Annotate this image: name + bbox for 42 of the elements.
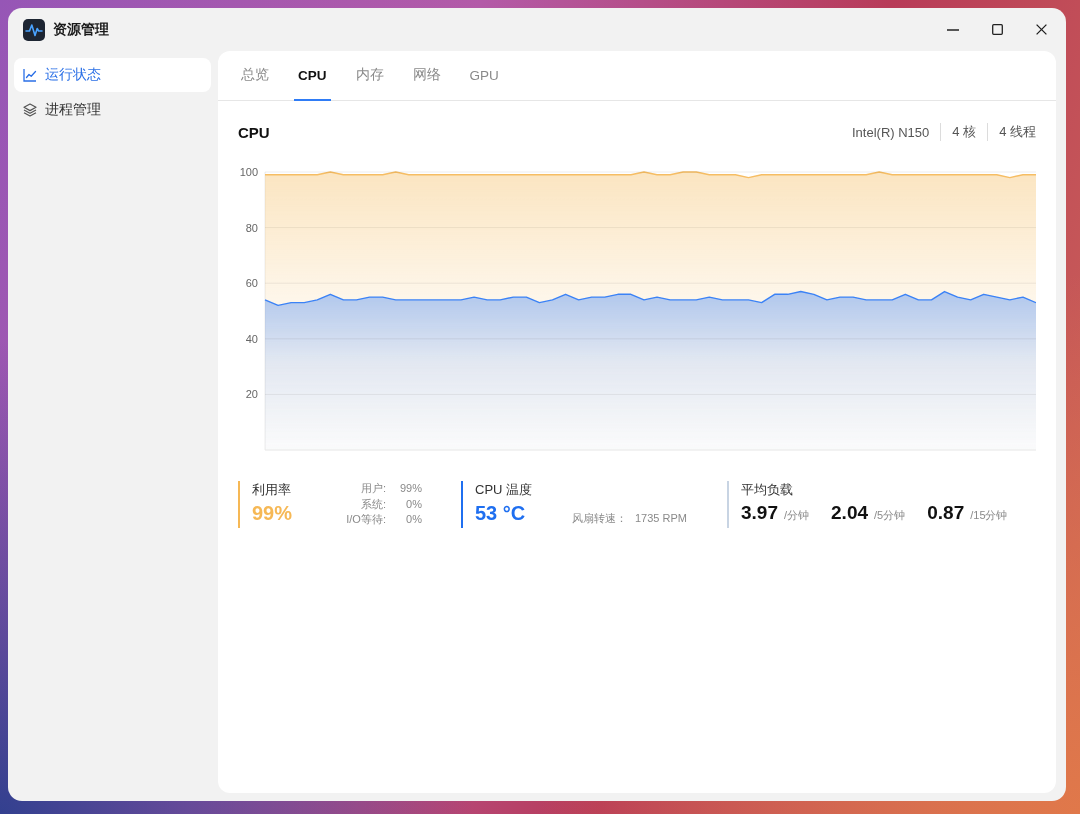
load-value: 3.97: [741, 502, 778, 524]
close-icon: [1035, 24, 1047, 35]
minimize-icon: [947, 28, 959, 31]
fan-speed-value: 1735 RPM: [635, 510, 687, 526]
stat-label: CPU 温度: [475, 481, 534, 499]
cpu-spec: Intel(R) N150: [852, 124, 930, 140]
y-axis-label: 100: [239, 166, 258, 178]
breakdown-label: 系统:: [359, 496, 386, 512]
load-unit: /分钟: [784, 508, 810, 523]
cpu-spec: 4 线程: [987, 123, 1036, 141]
line-chart-icon: [23, 68, 37, 82]
load-value: 0.87: [927, 502, 965, 524]
tab[interactable]: 内存: [351, 51, 388, 101]
window-title: 资源管理: [53, 20, 109, 39]
stat-value: 99%: [252, 501, 293, 526]
tab[interactable]: 网络: [408, 51, 445, 101]
tab[interactable]: GPU: [465, 51, 503, 101]
layers-icon: [23, 103, 37, 117]
y-axis-label: 20: [245, 388, 258, 401]
stat-value: 53 °C: [475, 501, 527, 526]
maximize-icon: [991, 24, 1003, 35]
section-title: CPU: [238, 123, 270, 141]
sidebar-item[interactable]: 进程管理: [14, 93, 211, 127]
stat-label: 平均负载: [741, 481, 794, 499]
cpu-spec: 4 核: [940, 123, 977, 141]
y-axis-label: 60: [245, 277, 258, 290]
tab[interactable]: CPU: [294, 51, 331, 101]
sidebar-item[interactable]: 运行状态: [14, 58, 211, 92]
tab[interactable]: 总览: [237, 51, 273, 101]
breakdown-label: I/O等待:: [346, 512, 386, 527]
stat-label: 利用率: [252, 481, 292, 499]
breakdown-value: 0%: [405, 496, 422, 512]
breakdown-value: 0%: [405, 512, 422, 527]
y-axis-label: 80: [245, 221, 258, 234]
y-axis-label: 40: [245, 332, 258, 345]
load-value: 2.04: [831, 502, 869, 524]
load-unit: /15分钟: [970, 508, 1008, 523]
load-unit: /5分钟: [874, 508, 906, 523]
fan-speed-label: 风扇转速：: [572, 510, 627, 526]
breakdown-label: 用户:: [359, 481, 386, 496]
breakdown-value: 99%: [399, 481, 422, 496]
pulse-wave-app-icon: [23, 18, 45, 41]
